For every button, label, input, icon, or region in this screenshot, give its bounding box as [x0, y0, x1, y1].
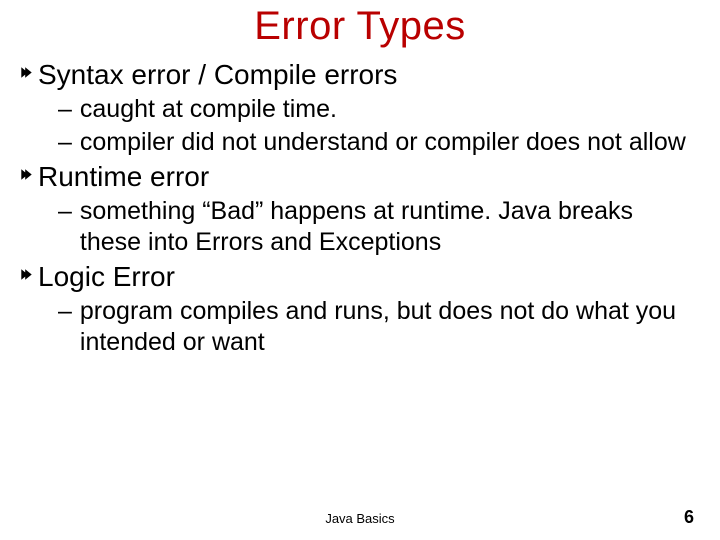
footer-text: Java Basics — [0, 511, 720, 526]
dash-icon: – — [58, 127, 72, 158]
bullet-icon — [20, 259, 38, 281]
list-sub-item: – caught at compile time. — [58, 94, 700, 125]
list-item-label: Runtime error — [38, 159, 700, 194]
list-sub-item: – program compiles and runs, but does no… — [58, 296, 700, 357]
page-number: 6 — [684, 507, 694, 528]
dash-icon: – — [58, 94, 72, 125]
list-sub-item: – something “Bad” happens at runtime. Ja… — [58, 196, 700, 257]
list-sub-item: – compiler did not understand or compile… — [58, 127, 700, 158]
list-item: Syntax error / Compile errors — [20, 57, 700, 92]
list-sub-item-label: compiler did not understand or compiler … — [80, 127, 700, 158]
slide: Error Types Syntax error / Compile error… — [0, 0, 720, 540]
bullet-icon — [20, 57, 38, 79]
dash-icon: – — [58, 196, 72, 227]
slide-title: Error Types — [16, 4, 704, 49]
list-sub-item-label: something “Bad” happens at runtime. Java… — [80, 196, 700, 257]
list-item-label: Syntax error / Compile errors — [38, 57, 700, 92]
list-item: Logic Error — [20, 259, 700, 294]
list-sub-item-label: program compiles and runs, but does not … — [80, 296, 700, 357]
list-item-label: Logic Error — [38, 259, 700, 294]
list-sub-item-label: caught at compile time. — [80, 94, 700, 125]
bullet-icon — [20, 159, 38, 181]
slide-content: Syntax error / Compile errors – caught a… — [16, 55, 704, 540]
dash-icon: – — [58, 296, 72, 327]
list-item: Runtime error — [20, 159, 700, 194]
